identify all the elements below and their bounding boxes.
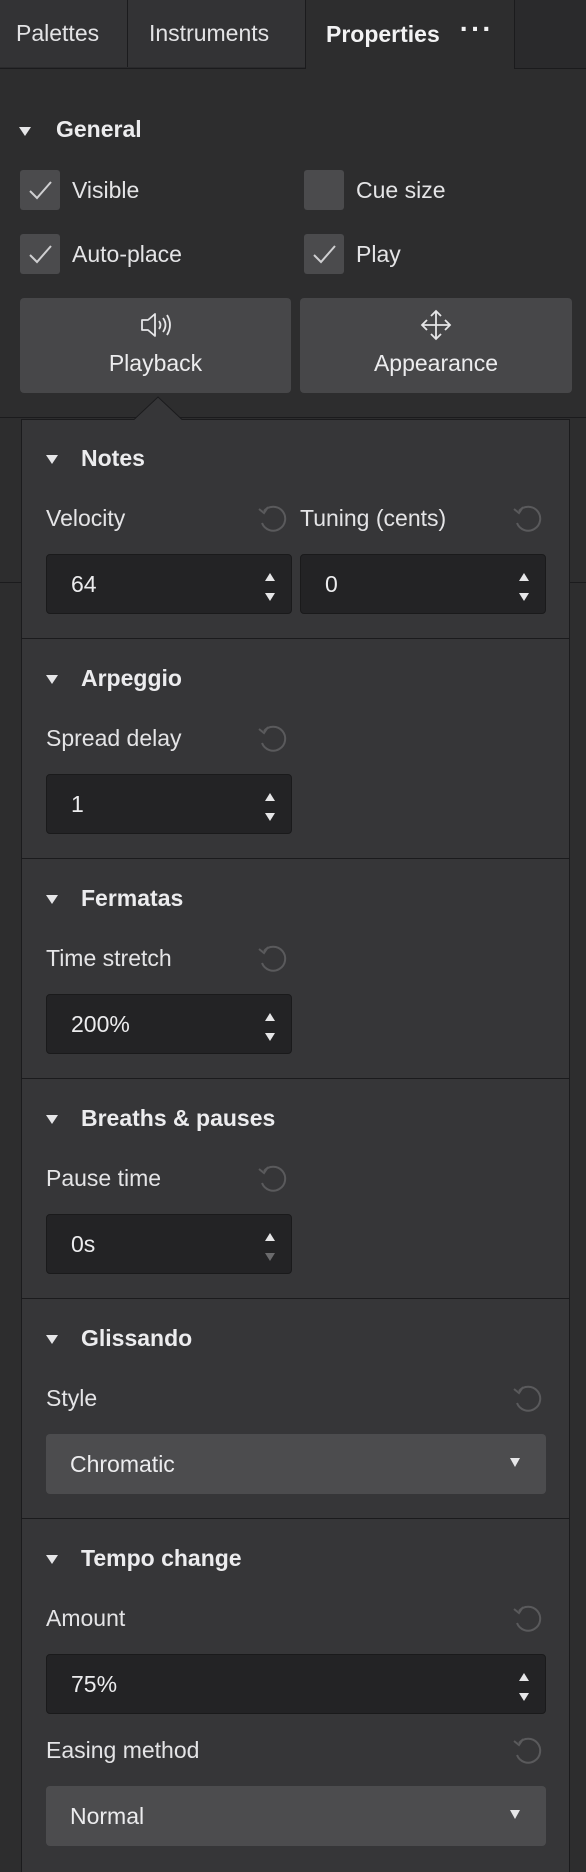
amount-value: 75% [71, 1670, 118, 1697]
dropdown-value: Chromatic [70, 1450, 175, 1477]
checkmark-icon [29, 245, 52, 264]
chevron-down-icon [510, 1458, 520, 1467]
move-arrows-icon [420, 309, 452, 341]
appearance-label: Appearance [373, 350, 499, 376]
decrement-arrow-icon[interactable] [265, 813, 275, 821]
increment-arrow-icon[interactable] [265, 793, 275, 801]
decrement-arrow-icon[interactable] [519, 593, 529, 601]
collapse-triangle-icon[interactable] [46, 895, 58, 904]
reset-icon[interactable] [510, 501, 544, 535]
velocity-label: Velocity [46, 505, 126, 531]
divider [0, 417, 586, 418]
increment-arrow-icon[interactable] [519, 573, 529, 581]
visible-label: Visible [72, 177, 140, 203]
popup-pointer [134, 396, 183, 420]
tab-label: Instruments [149, 20, 270, 46]
visible-checkbox[interactable] [20, 170, 60, 210]
divider [22, 1078, 570, 1079]
reset-icon[interactable] [510, 1381, 544, 1415]
increment-arrow-icon[interactable] [519, 1673, 529, 1681]
tuning-spinbox[interactable]: 0 [300, 554, 546, 614]
reset-icon[interactable] [255, 721, 289, 755]
auto-place-checkbox[interactable] [20, 234, 60, 274]
section-title-arpeggio[interactable]: Arpeggio [81, 665, 182, 692]
spread-delay-value: 1 [71, 790, 84, 817]
increment-arrow-icon[interactable] [265, 1233, 275, 1241]
divider [22, 858, 570, 859]
collapse-triangle-icon[interactable] [19, 127, 31, 136]
divider [22, 1298, 570, 1299]
play-checkbox[interactable] [304, 234, 344, 274]
collapse-triangle-icon[interactable] [46, 675, 58, 684]
amount-spinbox[interactable]: 75% [46, 1654, 546, 1714]
cue-size-label: Cue size [356, 177, 446, 203]
divider [22, 1518, 570, 1519]
checkmark-icon [29, 181, 52, 200]
velocity-spinbox[interactable]: 64 [46, 554, 292, 614]
reset-icon[interactable] [510, 1733, 544, 1767]
time-stretch-value: 200% [71, 1010, 130, 1037]
play-label: Play [356, 241, 401, 267]
collapse-triangle-icon[interactable] [46, 1555, 58, 1564]
decrement-arrow-icon[interactable] [265, 1033, 275, 1041]
style-label: Style [46, 1385, 98, 1411]
section-title-breaths-pauses[interactable]: Breaths & pauses [81, 1105, 275, 1132]
checkmark-icon [313, 245, 336, 264]
pause-time-value: 0s [71, 1230, 96, 1257]
collapse-triangle-icon[interactable] [46, 1115, 58, 1124]
decrement-arrow-icon[interactable] [519, 1693, 529, 1701]
tab-palettes[interactable]: Palettes [0, 0, 128, 67]
velocity-value: 64 [71, 570, 97, 597]
section-title-general[interactable]: General [56, 116, 142, 143]
reset-icon[interactable] [255, 941, 289, 975]
more-options-icon[interactable]: ··· [460, 14, 494, 43]
speaker-icon [140, 313, 171, 337]
tab-instruments[interactable]: Instruments [128, 0, 306, 67]
easing-method-dropdown[interactable]: Normal [46, 1786, 546, 1846]
divider [22, 638, 570, 639]
increment-arrow-icon[interactable] [265, 1013, 275, 1021]
pause-time-spinbox[interactable]: 0s [46, 1214, 292, 1274]
reset-icon[interactable] [510, 1601, 544, 1635]
appearance-button[interactable]: Appearance [300, 298, 572, 393]
section-title-fermatas[interactable]: Fermatas [81, 885, 183, 912]
section-title-notes[interactable]: Notes [81, 445, 145, 472]
glissando-style-dropdown[interactable]: Chromatic [46, 1434, 546, 1494]
spread-delay-label: Spread delay [46, 725, 182, 751]
dropdown-value: Normal [70, 1802, 145, 1829]
playback-label: Playback [108, 350, 203, 376]
tuning-label: Tuning (cents) [300, 505, 447, 531]
tab-properties[interactable]: Properties ··· [305, 0, 515, 69]
section-title-tempo-change[interactable]: Tempo change [81, 1545, 242, 1572]
collapse-triangle-icon[interactable] [46, 455, 58, 464]
reset-icon[interactable] [255, 1161, 289, 1195]
chevron-down-icon [510, 1810, 520, 1819]
decrement-arrow-icon[interactable] [265, 593, 275, 601]
decrement-arrow-icon[interactable] [265, 1253, 275, 1261]
pause-time-label: Pause time [46, 1165, 162, 1191]
section-title-glissando[interactable]: Glissando [81, 1325, 192, 1352]
amount-label: Amount [46, 1605, 126, 1631]
increment-arrow-icon[interactable] [265, 573, 275, 581]
easing-method-label: Easing method [46, 1737, 200, 1763]
tab-label: Properties [326, 21, 440, 47]
auto-place-label: Auto-place [72, 241, 182, 267]
tuning-value: 0 [325, 570, 338, 597]
cue-size-checkbox[interactable] [304, 170, 344, 210]
playback-button[interactable]: Playback [20, 298, 291, 393]
time-stretch-label: Time stretch [46, 945, 172, 971]
tab-label: Palettes [16, 20, 100, 46]
time-stretch-spinbox[interactable]: 200% [46, 994, 292, 1054]
spread-delay-spinbox[interactable]: 1 [46, 774, 292, 834]
collapse-triangle-icon[interactable] [46, 1335, 58, 1344]
reset-icon[interactable] [255, 501, 289, 535]
